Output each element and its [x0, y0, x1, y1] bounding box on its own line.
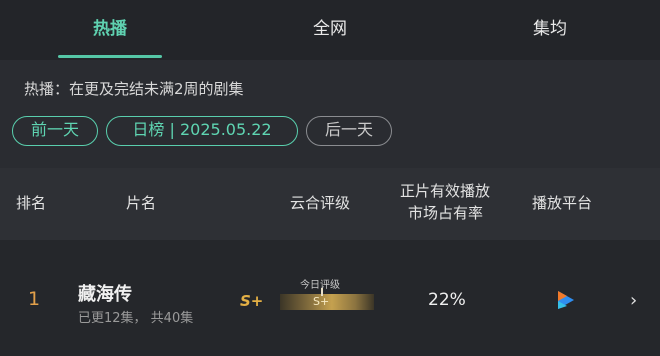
chevron-right-icon[interactable]: ›	[630, 290, 637, 311]
youku-icon	[558, 291, 574, 309]
row-episodes: 已更12集， 共40集	[78, 311, 194, 326]
table-row[interactable]: 1 藏海传 已更12集， 共40集 S+ 今日评级 S+ 22% ›	[0, 240, 660, 356]
row-grade: S+	[240, 292, 264, 310]
prev-day-button[interactable]: 前一天	[12, 116, 98, 146]
tab-episode-average[interactable]: 集均	[440, 0, 660, 60]
today-grade-value: S+	[313, 295, 330, 308]
table-header: 排名 片名 云合评级 正片有效播放 市场占有率 播放平台	[0, 168, 660, 240]
row-rank: 1	[28, 288, 41, 310]
date-selector[interactable]: 日榜 | 2025.05.22	[106, 116, 298, 146]
info-panel: 热播：在更及完结未满2周的剧集	[0, 60, 660, 168]
tab-all-network[interactable]: 全网	[220, 0, 440, 60]
row-title: 藏海传	[78, 284, 132, 305]
header-title: 片名	[126, 194, 157, 212]
tab-hot[interactable]: 热播	[0, 0, 220, 60]
tab-episode-average-label: 集均	[533, 19, 567, 39]
header-share-line1: 正片有效播放	[400, 182, 491, 200]
info-description: 热播：在更及完结未满2周的剧集	[24, 80, 244, 98]
header-share-line2: 市场占有率	[408, 204, 484, 222]
today-grade-label: 今日评级	[300, 280, 340, 291]
tab-hot-label: 热播	[93, 19, 127, 39]
header-rating: 云合评级	[290, 194, 351, 212]
next-day-button[interactable]: 后一天	[306, 116, 392, 146]
row-market-share: 22%	[428, 290, 466, 310]
tab-active-indicator	[58, 55, 162, 58]
tab-bar: 热播 全网 集均	[0, 0, 660, 60]
header-rank: 排名	[16, 194, 47, 212]
tab-all-network-label: 全网	[313, 19, 347, 39]
header-platform: 播放平台	[532, 194, 593, 212]
